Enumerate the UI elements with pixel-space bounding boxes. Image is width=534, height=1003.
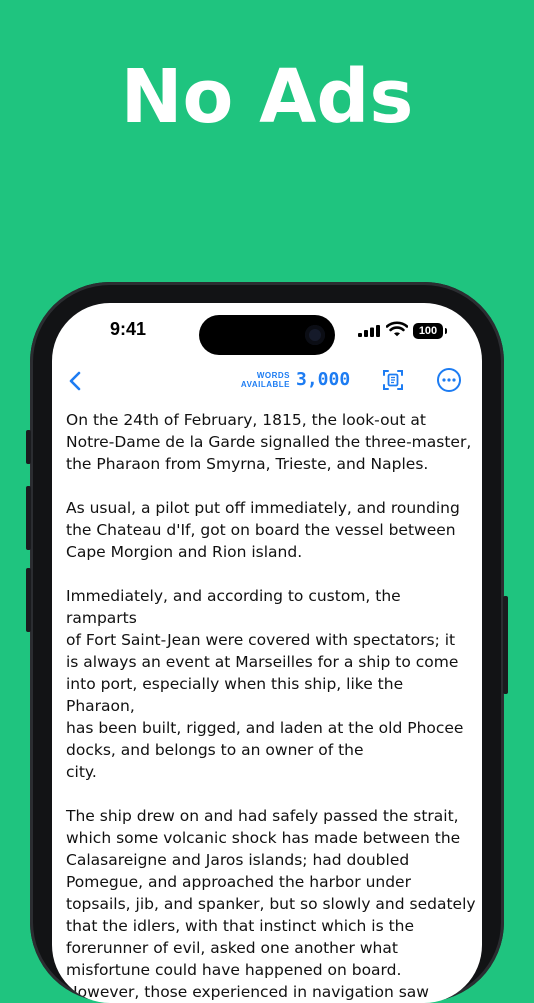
text-line: into port, especially when this ship, li… xyxy=(66,675,404,715)
text-line: Calasareigne and Jaros islands; had doub… xyxy=(66,851,410,869)
paragraph-2: As usual, a pilot put off immediately, a… xyxy=(66,497,476,563)
text-line: city. xyxy=(66,763,97,781)
text-line: that the idlers, with that instinct whic… xyxy=(66,917,415,935)
text-line: Immediately, and according to custom, th… xyxy=(66,587,401,627)
cellular-signal-icon xyxy=(358,325,380,337)
wifi-icon xyxy=(386,321,408,337)
phone-side-button-left-2 xyxy=(26,486,31,550)
text-line: of Fort Saint-Jean were covered with spe… xyxy=(66,631,456,649)
reader-text: On the 24th of February, 1815, the look-… xyxy=(66,409,476,1003)
phone-side-button-left-1 xyxy=(26,430,31,464)
phone-screen: 9:41 100 WORDS AVAILABLE 3,000 On the 24… xyxy=(52,303,482,1003)
dynamic-island xyxy=(199,315,335,355)
ellipsis-circle-icon[interactable] xyxy=(436,367,462,393)
text-line: On the 24th of February, 1815, the look-… xyxy=(66,411,426,429)
battery-indicator: 100 xyxy=(413,323,447,339)
toolbar: WORDS AVAILABLE 3,000 xyxy=(52,361,482,401)
text-line: forerunner of evil, asked one another wh… xyxy=(66,939,398,957)
words-available-label: WORDS AVAILABLE xyxy=(240,371,290,389)
text-line: which some volcanic shock has made betwe… xyxy=(66,829,461,847)
text-line: the Chateau d'If, got on board the vesse… xyxy=(66,521,456,539)
chevron-left-icon[interactable] xyxy=(64,369,88,393)
words-label-line2: AVAILABLE xyxy=(240,380,290,389)
text-line: The ship drew on and had safely passed t… xyxy=(66,807,459,825)
words-label-line1: WORDS xyxy=(256,371,290,380)
status-bar: 9:41 100 xyxy=(52,303,482,361)
words-count: 3,000 xyxy=(296,369,351,390)
camera-icon xyxy=(305,325,325,345)
text-line: misfortune could have happened on board. xyxy=(66,961,402,979)
paragraph-3: Immediately, and according to custom, th… xyxy=(66,585,476,783)
text-line: has been built, rigged, and laden at the… xyxy=(66,719,464,737)
text-line: As usual, a pilot put off immediately, a… xyxy=(66,499,460,517)
text-line: the Pharaon from Smyrna, Trieste, and Na… xyxy=(66,455,429,473)
copy-document-icon[interactable] xyxy=(380,367,406,393)
phone-side-button-right xyxy=(503,596,508,694)
text-line: Cape Morgion and Rion island. xyxy=(66,543,303,561)
status-time: 9:41 xyxy=(110,319,147,339)
text-line: Notre-Dame de la Garde signalled the thr… xyxy=(66,433,472,451)
paragraph-4: The ship drew on and had safely passed t… xyxy=(66,805,476,1003)
paragraph-1: On the 24th of February, 1815, the look-… xyxy=(66,409,476,475)
text-line: docks, and belongs to an owner of the xyxy=(66,741,364,759)
text-line: However, those experienced in navigation… xyxy=(66,983,429,1001)
text-line: is always an event at Marseilles for a s… xyxy=(66,653,459,671)
phone-side-button-left-3 xyxy=(26,568,31,632)
text-line: Pomegue, and approached the harbor under xyxy=(66,873,411,891)
text-line: topsails, jib, and spanker, but so slowl… xyxy=(66,895,476,913)
headline: No Ads xyxy=(120,54,414,140)
